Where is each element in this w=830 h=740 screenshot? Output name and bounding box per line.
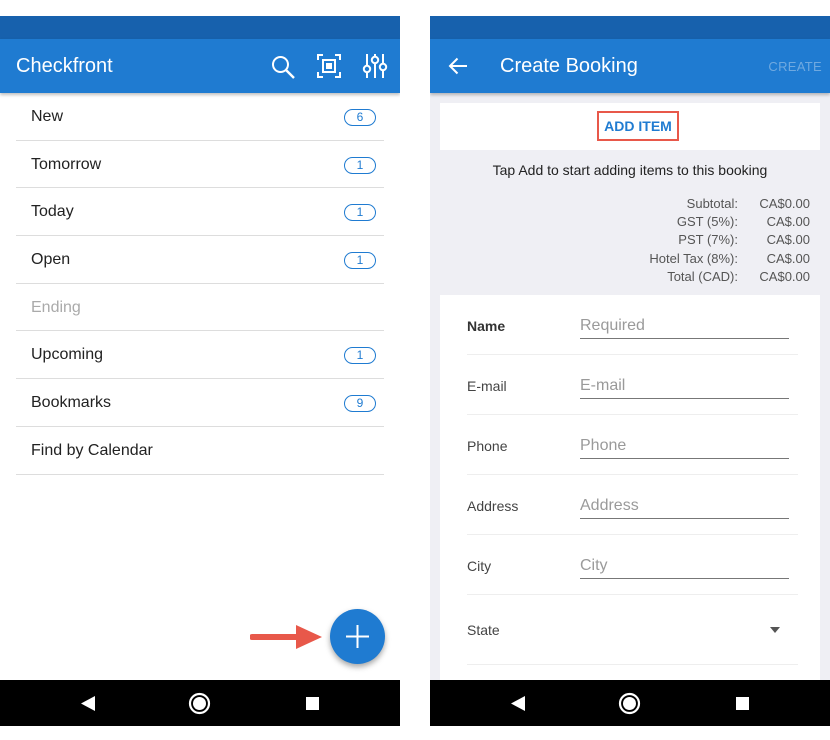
list-item-open[interactable]: Open 1 <box>16 236 384 284</box>
state-select[interactable]: State <box>467 595 798 665</box>
count-badge: 6 <box>344 109 376 126</box>
total-label: Subtotal: <box>686 196 738 211</box>
field-label: E-mail <box>467 378 507 394</box>
list-item-label: Open <box>31 251 71 269</box>
form-row-city: City <box>467 535 798 595</box>
list-item-upcoming[interactable]: Upcoming 1 <box>16 331 384 380</box>
total-value: CA$.00 <box>766 250 810 266</box>
back-triangle-icon[interactable] <box>510 695 526 712</box>
android-nav-bar <box>0 680 400 726</box>
back-triangle-icon[interactable] <box>80 695 96 712</box>
form-row-email: E-mail <box>467 355 798 415</box>
total-label: Total (CAD): <box>667 268 738 284</box>
add-booking-fab[interactable] <box>330 609 385 664</box>
list-item-label: Upcoming <box>31 346 104 364</box>
total-label: GST (5%): <box>676 214 738 230</box>
field-label: State <box>467 622 500 638</box>
list-item-new[interactable]: New 6 <box>16 93 384 141</box>
list-item-find-by-calendar[interactable]: Find by Calendar <box>16 427 384 475</box>
total-row-hotel-tax: Hotel Tax (8%): CA$.00 <box>649 251 810 269</box>
list-item-label: Tomorrow <box>31 155 102 173</box>
home-circle-icon[interactable] <box>618 692 641 715</box>
add-item-button[interactable]: ADD ITEM <box>597 111 679 141</box>
list-item-ending: Ending <box>16 284 384 332</box>
form-row-name: Name <box>467 295 798 355</box>
form-row-address: Address <box>467 475 798 535</box>
list-item-label: Today <box>31 203 74 221</box>
total-label: PST (7%): <box>678 232 738 248</box>
list-item-bookmarks[interactable]: Bookmarks 9 <box>16 379 384 427</box>
form-row-phone: Phone <box>467 415 798 475</box>
plus-icon <box>346 625 369 648</box>
app-title: Checkfront <box>16 55 113 77</box>
android-nav-bar <box>430 680 830 726</box>
name-field[interactable] <box>580 313 789 339</box>
phone-field[interactable] <box>580 433 789 459</box>
address-field[interactable] <box>580 493 789 519</box>
total-row-gst: GST (5%): CA$.00 <box>649 214 810 232</box>
total-label: Hotel Tax (8%): <box>649 250 738 266</box>
total-value: CA$0.00 <box>759 196 810 211</box>
checkfront-home-screen: Checkfront New 6 Tomorrow 1 Today 1 Open… <box>0 16 400 726</box>
scan-icon[interactable] <box>316 53 342 79</box>
add-item-card: ADD ITEM <box>440 103 820 150</box>
arrow-left-icon[interactable] <box>448 57 468 75</box>
recents-square-icon[interactable] <box>735 696 750 711</box>
status-bar <box>0 16 400 39</box>
field-label: Address <box>467 498 519 514</box>
total-row-total: Total (CAD): CA$0.00 <box>649 269 810 287</box>
filter-sliders-icon[interactable] <box>362 52 388 80</box>
list-item-label: Find by Calendar <box>31 441 153 459</box>
total-value: CA$0.00 <box>759 268 810 284</box>
total-row-pst: PST (7%): CA$.00 <box>649 232 810 250</box>
booking-totals: Subtotal: CA$0.00 GST (5%): CA$.00 PST (… <box>649 196 810 287</box>
list-item-label: Bookmarks <box>31 394 112 412</box>
city-field[interactable] <box>580 553 789 579</box>
search-icon[interactable] <box>270 54 296 80</box>
create-button[interactable]: CREATE <box>768 59 822 74</box>
list-item-today[interactable]: Today 1 <box>16 188 384 237</box>
field-label: City <box>467 558 492 574</box>
field-label: Name <box>467 318 506 334</box>
count-badge: 9 <box>344 395 376 413</box>
booking-filter-list: New 6 Tomorrow 1 Today 1 Open 1 Ending U… <box>16 93 384 475</box>
chevron-down-icon[interactable] <box>770 627 780 633</box>
count-badge: 1 <box>344 204 376 222</box>
list-item-label: New <box>31 108 64 125</box>
app-bar: Checkfront <box>0 39 400 93</box>
booking-hint-text: Tap Add to start adding items to this bo… <box>492 162 768 178</box>
app-bar: Create Booking CREATE <box>430 39 830 93</box>
count-badge: 1 <box>344 156 376 174</box>
recents-square-icon[interactable] <box>305 696 320 711</box>
email-field[interactable] <box>580 373 789 399</box>
status-bar <box>430 16 830 39</box>
create-booking-screen: Create Booking CREATE ADD ITEM Tap Add t… <box>430 16 830 726</box>
customer-form: Name E-mail Phone Address City State <box>440 295 820 695</box>
list-item-label: Ending <box>31 298 81 316</box>
count-badge: 1 <box>344 347 376 365</box>
list-item-tomorrow[interactable]: Tomorrow 1 <box>16 141 384 189</box>
annotation-arrow-icon <box>250 625 322 649</box>
home-circle-icon[interactable] <box>188 692 211 715</box>
total-value: CA$.00 <box>766 232 810 248</box>
total-value: CA$.00 <box>766 214 810 230</box>
field-label: Phone <box>467 438 508 454</box>
total-row-subtotal: Subtotal: CA$0.00 <box>649 196 810 214</box>
count-badge: 1 <box>344 252 376 270</box>
page-title: Create Booking <box>500 55 638 77</box>
